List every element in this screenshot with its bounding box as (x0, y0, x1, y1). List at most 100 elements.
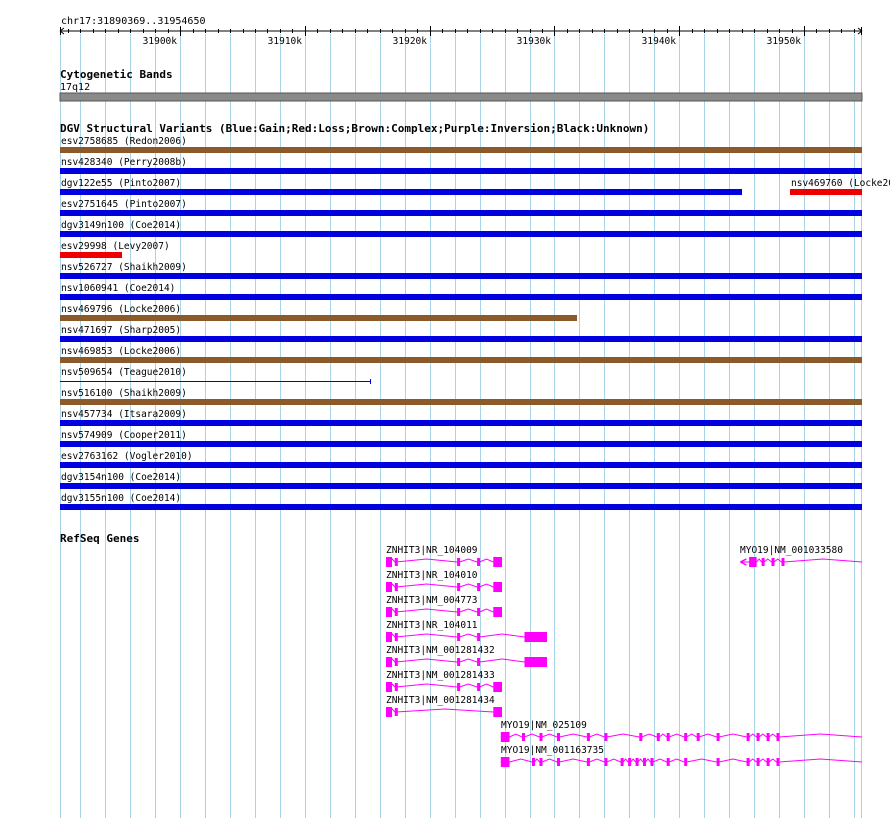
dgv-variant-bar[interactable] (60, 168, 862, 174)
gene-exon (557, 733, 560, 741)
dgv-variant[interactable]: nsv469853 (Locke2006) (60, 346, 862, 363)
dgv-variant-bar[interactable] (60, 210, 862, 216)
gene-exon (457, 608, 461, 616)
gene-exon (539, 758, 543, 766)
gene-label: ZNHIT3|NM_004773 (386, 595, 478, 606)
gene-exon (477, 658, 481, 666)
dgv-variant[interactable]: esv2763162 (Vogler2010) (60, 451, 862, 468)
gene-exon (522, 733, 525, 741)
refseq-track-title: RefSeq Genes (60, 532, 139, 545)
dgv-variant-bar[interactable] (60, 336, 862, 342)
gene-exon (394, 708, 398, 716)
dgv-variant-bar[interactable] (60, 504, 862, 510)
cytoband-bar[interactable] (59, 92, 863, 102)
dgv-variant[interactable]: esv2751645 (Pinto2007) (60, 199, 862, 216)
refseq-gene[interactable]: ZNHIT3|NR_104009 (386, 545, 503, 567)
dgv-variant[interactable]: esv2758685 (Redon2006) (60, 136, 862, 153)
gene-exon (386, 607, 392, 617)
gene-label: ZNHIT3|NR_104010 (386, 570, 478, 581)
dgv-variant-bar[interactable] (60, 399, 862, 405)
dgv-track-title: DGV Structural Variants (Blue:Gain;Red:L… (60, 122, 649, 135)
dgv-variant-bar[interactable] (60, 147, 862, 153)
dgv-variant-label: nsv469853 (Locke2006) (61, 346, 181, 357)
dgv-variant[interactable]: nsv428340 (Perry2008b) (60, 157, 862, 174)
genome-browser-view[interactable]: chr17:31890369..31954650 31900k 31910k 319… (0, 0, 890, 818)
gene-exon (477, 608, 481, 616)
gene-exon (557, 758, 560, 766)
dgv-variant-label: dgv122e55 (Pinto2007) (61, 178, 181, 189)
gene-exon (771, 558, 775, 566)
refseq-gene[interactable]: ZNHIT3|NM_001281434 (386, 695, 503, 717)
gene-exon (477, 683, 481, 691)
gene-exon (716, 758, 720, 766)
gene-exon (457, 658, 461, 666)
refseq-gene[interactable]: ZNHIT3|NR_104011 (386, 620, 547, 642)
ruler-tick-label: 31940k (642, 36, 677, 47)
gene-exon (477, 633, 481, 641)
gene-exon (756, 758, 760, 766)
gene-intron-line (740, 558, 863, 563)
refseq-gene-rows: ZNHIT3|NR_104009 MYO19|NM_001033580 ZNHIT3… (386, 545, 863, 767)
refseq-gene[interactable]: MYO19|NM_001033580 (740, 545, 863, 567)
dgv-variant-bar[interactable] (60, 273, 862, 279)
gene-exon (776, 733, 780, 741)
dgv-variant[interactable]: nsv457734 (Itsara2009) (60, 409, 862, 426)
dgv-variant[interactable]: nsv469796 (Locke2006) (60, 304, 577, 321)
dgv-variant-label: esv2763162 (Vogler2010) (61, 451, 193, 462)
dgv-variant[interactable]: nsv574909 (Cooper2011) (60, 430, 862, 447)
dgv-variant-bar[interactable] (60, 462, 862, 468)
gene-exon (493, 707, 502, 717)
dgv-variant-bar[interactable] (60, 357, 862, 363)
dgv-variant[interactable]: nsv509654 (Teague2010) (60, 367, 371, 384)
dgv-variant-bar[interactable] (60, 420, 862, 426)
gene-exon (643, 758, 646, 766)
refseq-gene[interactable]: ZNHIT3|NM_001281433 (386, 670, 503, 692)
refseq-gene[interactable]: ZNHIT3|NM_001281432 (386, 645, 547, 667)
dgv-variant-bar[interactable] (60, 294, 862, 300)
gene-exon (586, 733, 590, 741)
dgv-variant[interactable]: nsv469760 (Locke2006) (790, 178, 890, 195)
dgv-variant-bar[interactable] (60, 252, 122, 258)
refseq-gene[interactable]: ZNHIT3|NR_104010 (386, 570, 503, 592)
dgv-variant[interactable]: nsv526727 (Shaikh2009) (60, 262, 862, 279)
dgv-variant[interactable]: esv29998 (Levy2007) (60, 241, 170, 258)
dgv-variant-bar[interactable] (60, 231, 862, 237)
dgv-structural-variants-track: DGV Structural Variants (Blue:Gain;Red:L… (60, 122, 890, 510)
gene-exon (493, 557, 502, 567)
gene-exon (766, 733, 770, 741)
dgv-variant[interactable]: dgv3154n100 (Coe2014) (60, 472, 862, 489)
gene-label: ZNHIT3|NR_104011 (386, 620, 478, 631)
gene-exon (386, 657, 392, 667)
dgv-variant-bar[interactable] (60, 189, 742, 195)
dgv-variant-label: nsv509654 (Teague2010) (61, 367, 187, 378)
dgv-variant-bar[interactable] (60, 483, 862, 489)
dgv-variant-bar[interactable] (790, 189, 862, 195)
gene-intron-line (386, 633, 547, 638)
dgv-variant-bar[interactable] (60, 315, 577, 321)
gene-exon (457, 558, 461, 566)
ruler-tick-label: 31920k (393, 36, 428, 47)
dgv-variant-label: dgv3149n100 (Coe2014) (61, 220, 181, 231)
gene-exon (394, 608, 398, 616)
dgv-variant[interactable]: nsv516100 (Shaikh2009) (60, 388, 862, 405)
refseq-gene[interactable]: ZNHIT3|NM_004773 (386, 595, 503, 617)
dgv-variant-label: dgv3155n100 (Coe2014) (61, 493, 181, 504)
gene-exon (394, 558, 398, 566)
ruler-tick-label: 31930k (517, 36, 552, 47)
dgv-variant-bar[interactable] (60, 441, 862, 447)
gene-exon (746, 733, 750, 741)
dgv-variant[interactable]: dgv3155n100 (Coe2014) (60, 493, 862, 510)
gene-intron-line (386, 658, 547, 663)
dgv-variant-label: nsv471697 (Sharp2005) (61, 325, 181, 336)
dgv-variant[interactable]: nsv471697 (Sharp2005) (60, 325, 862, 342)
gene-exon (394, 683, 398, 691)
dgv-variant[interactable]: dgv3149n100 (Coe2014) (60, 220, 862, 237)
gene-exon (666, 733, 670, 741)
dgv-variant-label: nsv526727 (Shaikh2009) (61, 262, 187, 273)
gene-intron-line (386, 583, 503, 588)
gene-exon (586, 758, 590, 766)
dgv-variant[interactable]: dgv122e55 (Pinto2007) (60, 178, 742, 195)
dgv-variant-label: nsv1060941 (Coe2014) (61, 283, 175, 294)
gene-label: MYO19|NM_025109 (501, 720, 587, 731)
gene-exon (650, 758, 654, 766)
